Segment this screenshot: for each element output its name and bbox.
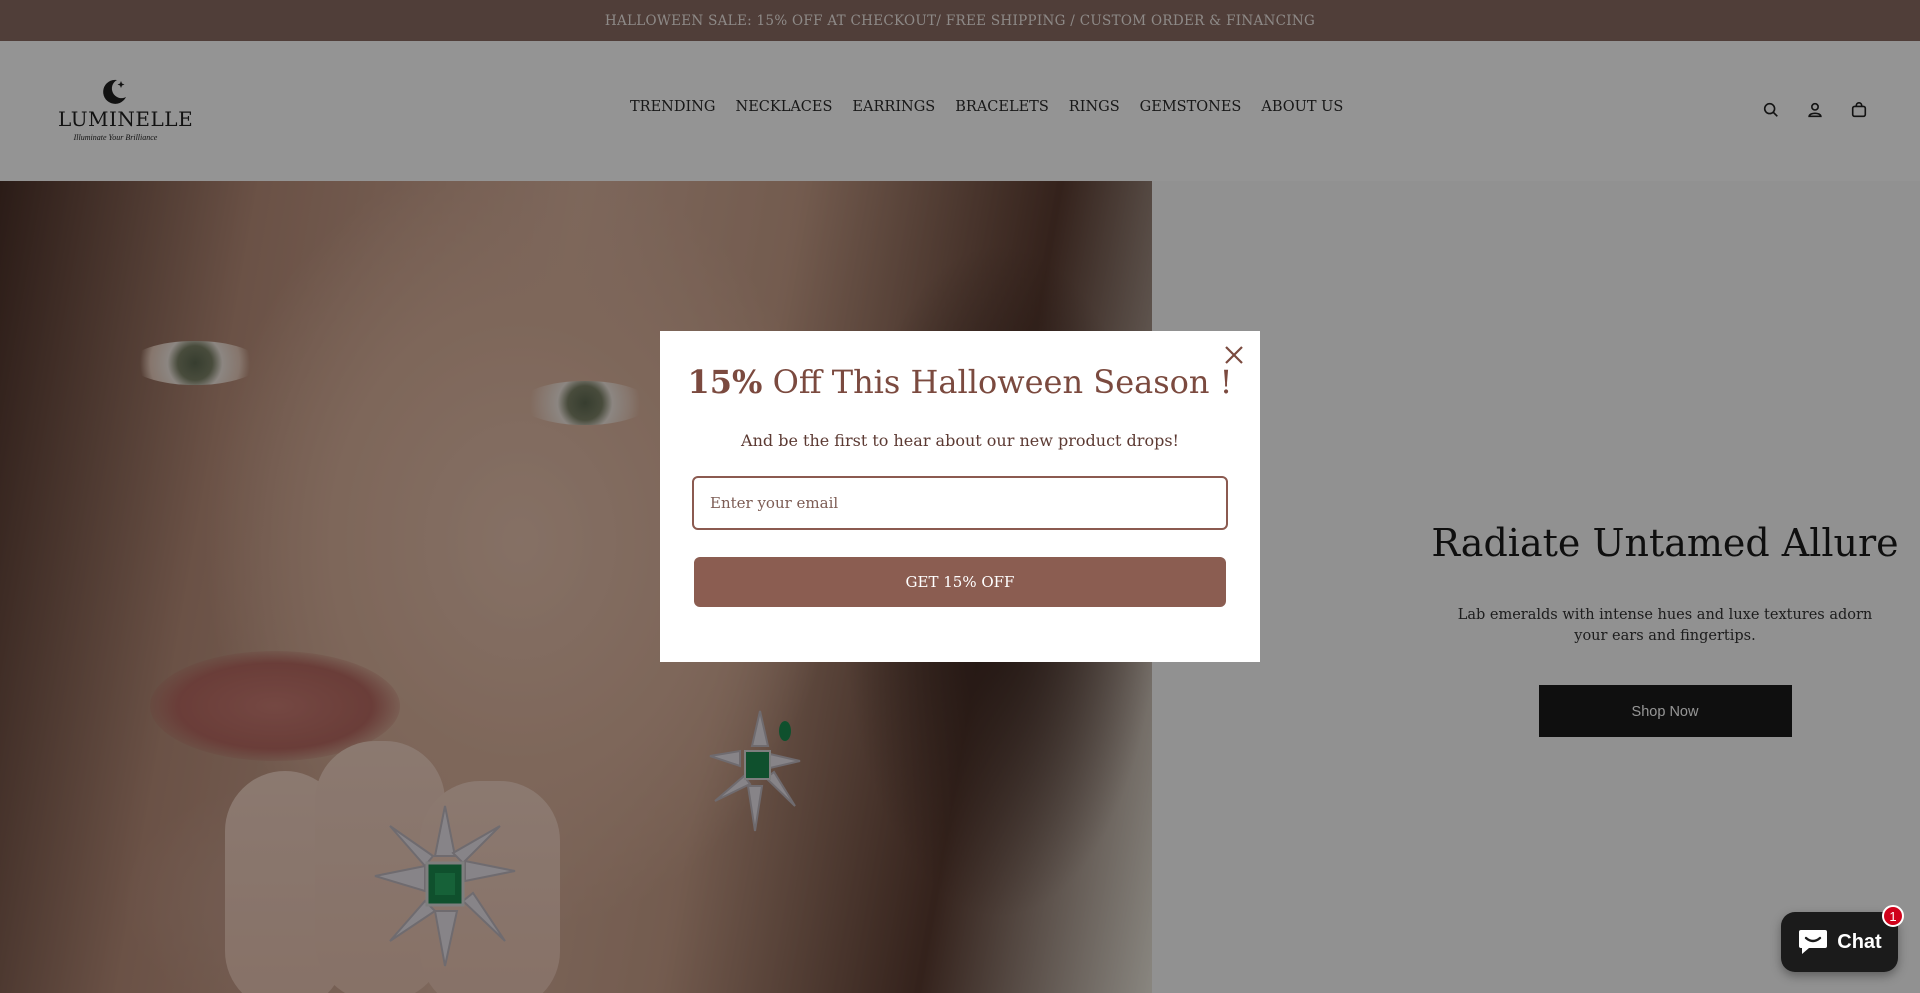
- chat-button[interactable]: Chat: [1781, 912, 1898, 972]
- chat-bubble-icon: [1799, 930, 1828, 954]
- email-input[interactable]: [692, 476, 1228, 530]
- popup-title: 15% Off This Halloween Season !: [660, 363, 1260, 401]
- get-discount-button[interactable]: GET 15% OFF: [694, 557, 1226, 607]
- popup-title-text: Off This Halloween Season !: [762, 363, 1233, 401]
- popup-subtitle: And be the first to hear about our new p…: [741, 431, 1179, 450]
- chat-label: Chat: [1837, 930, 1882, 953]
- discount-popup: 15% Off This Halloween Season ! And be t…: [660, 331, 1260, 662]
- chat-unread-badge: 1: [1882, 905, 1904, 927]
- popup-title-percent: 15%: [687, 363, 763, 401]
